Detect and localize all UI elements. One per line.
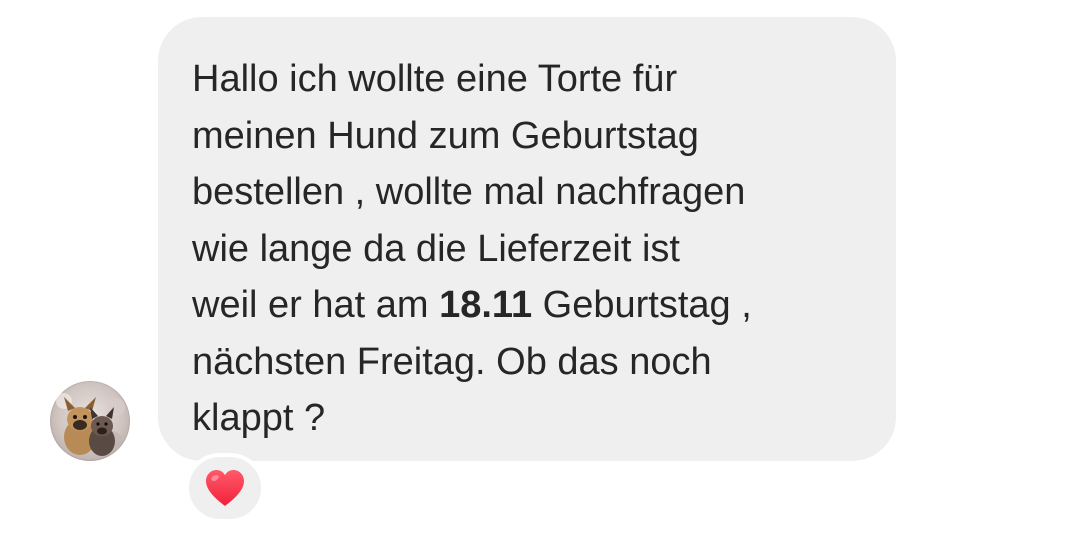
message-line: bestellen , wollte mal nachfragen [192, 171, 746, 213]
heart-icon [206, 470, 244, 506]
message-line: Hallo ich wollte eine Torte für [192, 58, 678, 100]
dogs-photo-icon [56, 393, 125, 456]
message-line-with-date: weil er hat am 18.11 Geburtstag , [192, 277, 876, 334]
message-text-segment: weil er hat am [192, 284, 440, 326]
message-line: klappt ? [192, 397, 326, 439]
message-bubble[interactable]: Hallo ich wollte eine Torte für meinen H… [158, 17, 896, 461]
message-line: nächsten Freitag. Ob das noch [192, 340, 712, 383]
reaction-badge[interactable] [185, 453, 265, 523]
message-text-segment: Geburtstag , [532, 284, 752, 326]
birthday-date: 18.11 [439, 284, 533, 326]
message-text: Hallo ich wollte eine Torte für meinen H… [192, 51, 876, 447]
message-line: meinen Hund zum Geburtstag [192, 114, 699, 157]
sender-avatar[interactable] [50, 381, 130, 461]
message-line: wie lange da die Lieferzeit ist [192, 227, 680, 270]
